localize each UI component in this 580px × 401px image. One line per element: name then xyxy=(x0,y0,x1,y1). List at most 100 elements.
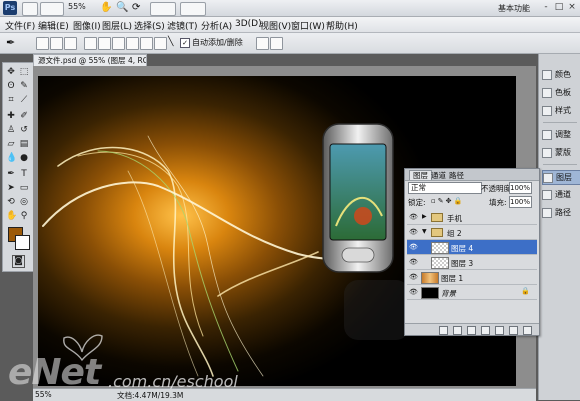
menu-layer[interactable]: 图层(L) xyxy=(102,19,132,32)
rounded-rectangle-icon[interactable] xyxy=(126,37,139,50)
menu-image[interactable]: 图像(I) xyxy=(73,19,101,32)
lock-options-icon[interactable]: ▫✎✥🔒 xyxy=(431,197,464,205)
collapse-arrow-icon[interactable]: ▼ xyxy=(422,228,427,235)
dock-styles[interactable]: 样式 xyxy=(542,104,580,117)
menu-window[interactable]: 窗口(W) xyxy=(291,19,325,32)
3d-rotate-icon[interactable]: ⟲ xyxy=(6,197,16,207)
hand-tool-icon[interactable]: ✋ xyxy=(100,2,112,14)
visibility-eye-icon[interactable]: 👁 xyxy=(409,213,418,221)
pen-tool-preset-icon[interactable]: ✒ xyxy=(6,36,15,49)
zoom-tool-icon[interactable]: 🔍 xyxy=(116,2,128,14)
background-color-swatch[interactable] xyxy=(15,235,30,250)
layer-name: 图层 4 xyxy=(451,244,474,253)
lasso-tool-icon[interactable]: ʘ xyxy=(6,81,16,91)
dock-adjustments[interactable]: 调整 xyxy=(542,128,580,141)
dock-channels[interactable]: 通道 xyxy=(542,188,580,201)
visibility-eye-icon[interactable]: 👁 xyxy=(409,288,418,296)
layer-style-icon[interactable] xyxy=(453,326,462,335)
dodge-tool-icon[interactable]: ● xyxy=(19,153,29,163)
layer-row[interactable]: 👁 ▼ 组 2 xyxy=(407,225,537,240)
bridge-button[interactable] xyxy=(22,2,38,16)
3d-camera-icon[interactable]: ◎ xyxy=(19,197,29,207)
layer-row[interactable]: 👁 图层 3 xyxy=(407,255,537,270)
menu-file[interactable]: 文件(F) xyxy=(5,19,35,32)
visibility-eye-icon[interactable]: 👁 xyxy=(409,273,418,281)
line-shape-icon[interactable]: ╲ xyxy=(168,37,179,48)
eraser-tool-icon[interactable]: ▱ xyxy=(6,139,16,149)
dock-paths[interactable]: 路径 xyxy=(542,206,580,219)
workspace-switcher[interactable]: 基本功能 xyxy=(498,3,530,14)
path-selection-icon[interactable]: ➤ xyxy=(6,183,16,193)
menu-analysis[interactable]: 分析(A) xyxy=(201,19,232,32)
add-mask-icon[interactable] xyxy=(467,326,476,335)
dock-layers[interactable]: 图层 xyxy=(542,170,580,185)
auto-add-delete-checkbox[interactable]: ✓ xyxy=(180,37,190,48)
brush-tool-icon[interactable]: ✐ xyxy=(19,111,29,121)
close-button[interactable]: × xyxy=(566,2,578,13)
fill-field[interactable]: 100% xyxy=(509,196,532,208)
rectangle-shape-icon[interactable] xyxy=(112,37,125,50)
shape-layers-mode-icon[interactable] xyxy=(36,37,49,50)
type-tool-icon[interactable]: T xyxy=(19,169,29,179)
status-document-size[interactable]: 文档:4.47M/19.3M xyxy=(117,390,183,401)
marquee-tool-icon[interactable]: ⬚ xyxy=(19,67,29,77)
link-layers-icon[interactable] xyxy=(439,326,448,335)
fill-pixels-mode-icon[interactable] xyxy=(64,37,77,50)
visibility-eye-icon[interactable]: 👁 xyxy=(409,243,418,251)
mini-bridge-button[interactable] xyxy=(40,2,64,16)
crop-tool-icon[interactable]: ⌗ xyxy=(6,95,16,105)
healing-brush-icon[interactable]: ✚ xyxy=(6,111,16,121)
pen-icon[interactable] xyxy=(84,37,97,50)
zoom-level-dropdown[interactable]: 55% xyxy=(68,2,86,11)
dock-swatches[interactable]: 色板 xyxy=(542,86,580,99)
arrange-documents-button[interactable] xyxy=(150,2,176,16)
delete-layer-icon[interactable] xyxy=(523,326,532,335)
quick-selection-icon[interactable]: ✎ xyxy=(19,81,29,91)
polygon-shape-icon[interactable] xyxy=(154,37,167,50)
new-group-icon[interactable] xyxy=(495,326,504,335)
tab-layers[interactable]: 图层 xyxy=(409,170,432,180)
tab-paths[interactable]: 路径 xyxy=(449,170,464,181)
layer-row[interactable]: 👁 背景 🔒 xyxy=(407,285,537,300)
tab-channels[interactable]: 通道 xyxy=(431,170,446,181)
hand-tool-icon-2[interactable]: ✋ xyxy=(6,211,17,221)
paths-mode-icon[interactable] xyxy=(50,37,63,50)
menu-edit[interactable]: 编辑(E) xyxy=(38,19,69,32)
menu-3d[interactable]: 3D(D) xyxy=(235,19,262,29)
maximize-button[interactable]: □ xyxy=(553,2,565,13)
menu-filter[interactable]: 滤镜(T) xyxy=(167,19,198,32)
zoom-tool-icon-2[interactable]: ⚲ xyxy=(19,211,29,221)
history-brush-icon[interactable]: ↺ xyxy=(19,125,29,135)
expand-arrow-icon[interactable]: ▶ xyxy=(422,213,427,220)
move-tool-icon[interactable]: ✥ xyxy=(6,67,16,77)
gradient-tool-icon[interactable]: ▤ xyxy=(19,139,29,149)
freeform-pen-icon[interactable] xyxy=(98,37,111,50)
ellipse-shape-icon[interactable] xyxy=(140,37,153,50)
visibility-eye-icon[interactable]: 👁 xyxy=(409,258,418,266)
auto-add-delete-option[interactable]: ✓ 自动添加/删除 xyxy=(180,37,243,48)
shape-tool-icon[interactable]: ▭ xyxy=(19,183,29,193)
clone-stamp-icon[interactable]: ♙ xyxy=(6,125,16,135)
dock-masks[interactable]: 蒙版 xyxy=(542,146,580,159)
blend-mode-select[interactable]: 正常 xyxy=(408,182,482,194)
layer-row[interactable]: 👁 图层 1 xyxy=(407,270,537,285)
eyedropper-tool-icon[interactable]: ⟋ xyxy=(19,95,29,105)
opacity-field[interactable]: 100% xyxy=(509,182,532,194)
layer-row[interactable]: 👁 ▶ 手机 xyxy=(407,210,537,225)
path-combine-icon[interactable] xyxy=(256,37,269,50)
new-layer-icon[interactable] xyxy=(509,326,518,335)
adjustment-layer-icon[interactable] xyxy=(481,326,490,335)
screen-mode-button[interactable] xyxy=(180,2,206,16)
menu-help[interactable]: 帮助(H) xyxy=(326,19,358,32)
layer-row-selected[interactable]: 👁 图层 4 xyxy=(407,240,537,255)
menu-view[interactable]: 视图(V) xyxy=(260,19,291,32)
dock-color[interactable]: 颜色 xyxy=(542,68,580,81)
rotate-view-icon[interactable]: ⟳ xyxy=(132,2,144,14)
path-subtract-icon[interactable] xyxy=(270,37,283,50)
visibility-eye-icon[interactable]: 👁 xyxy=(409,228,418,236)
quick-mask-icon[interactable]: ◙ xyxy=(12,255,25,268)
blur-tool-icon[interactable]: 💧 xyxy=(6,153,17,163)
pen-tool-icon[interactable]: ✒ xyxy=(6,169,16,179)
menu-select[interactable]: 选择(S) xyxy=(134,19,165,32)
minimize-button[interactable]: - xyxy=(540,2,552,13)
